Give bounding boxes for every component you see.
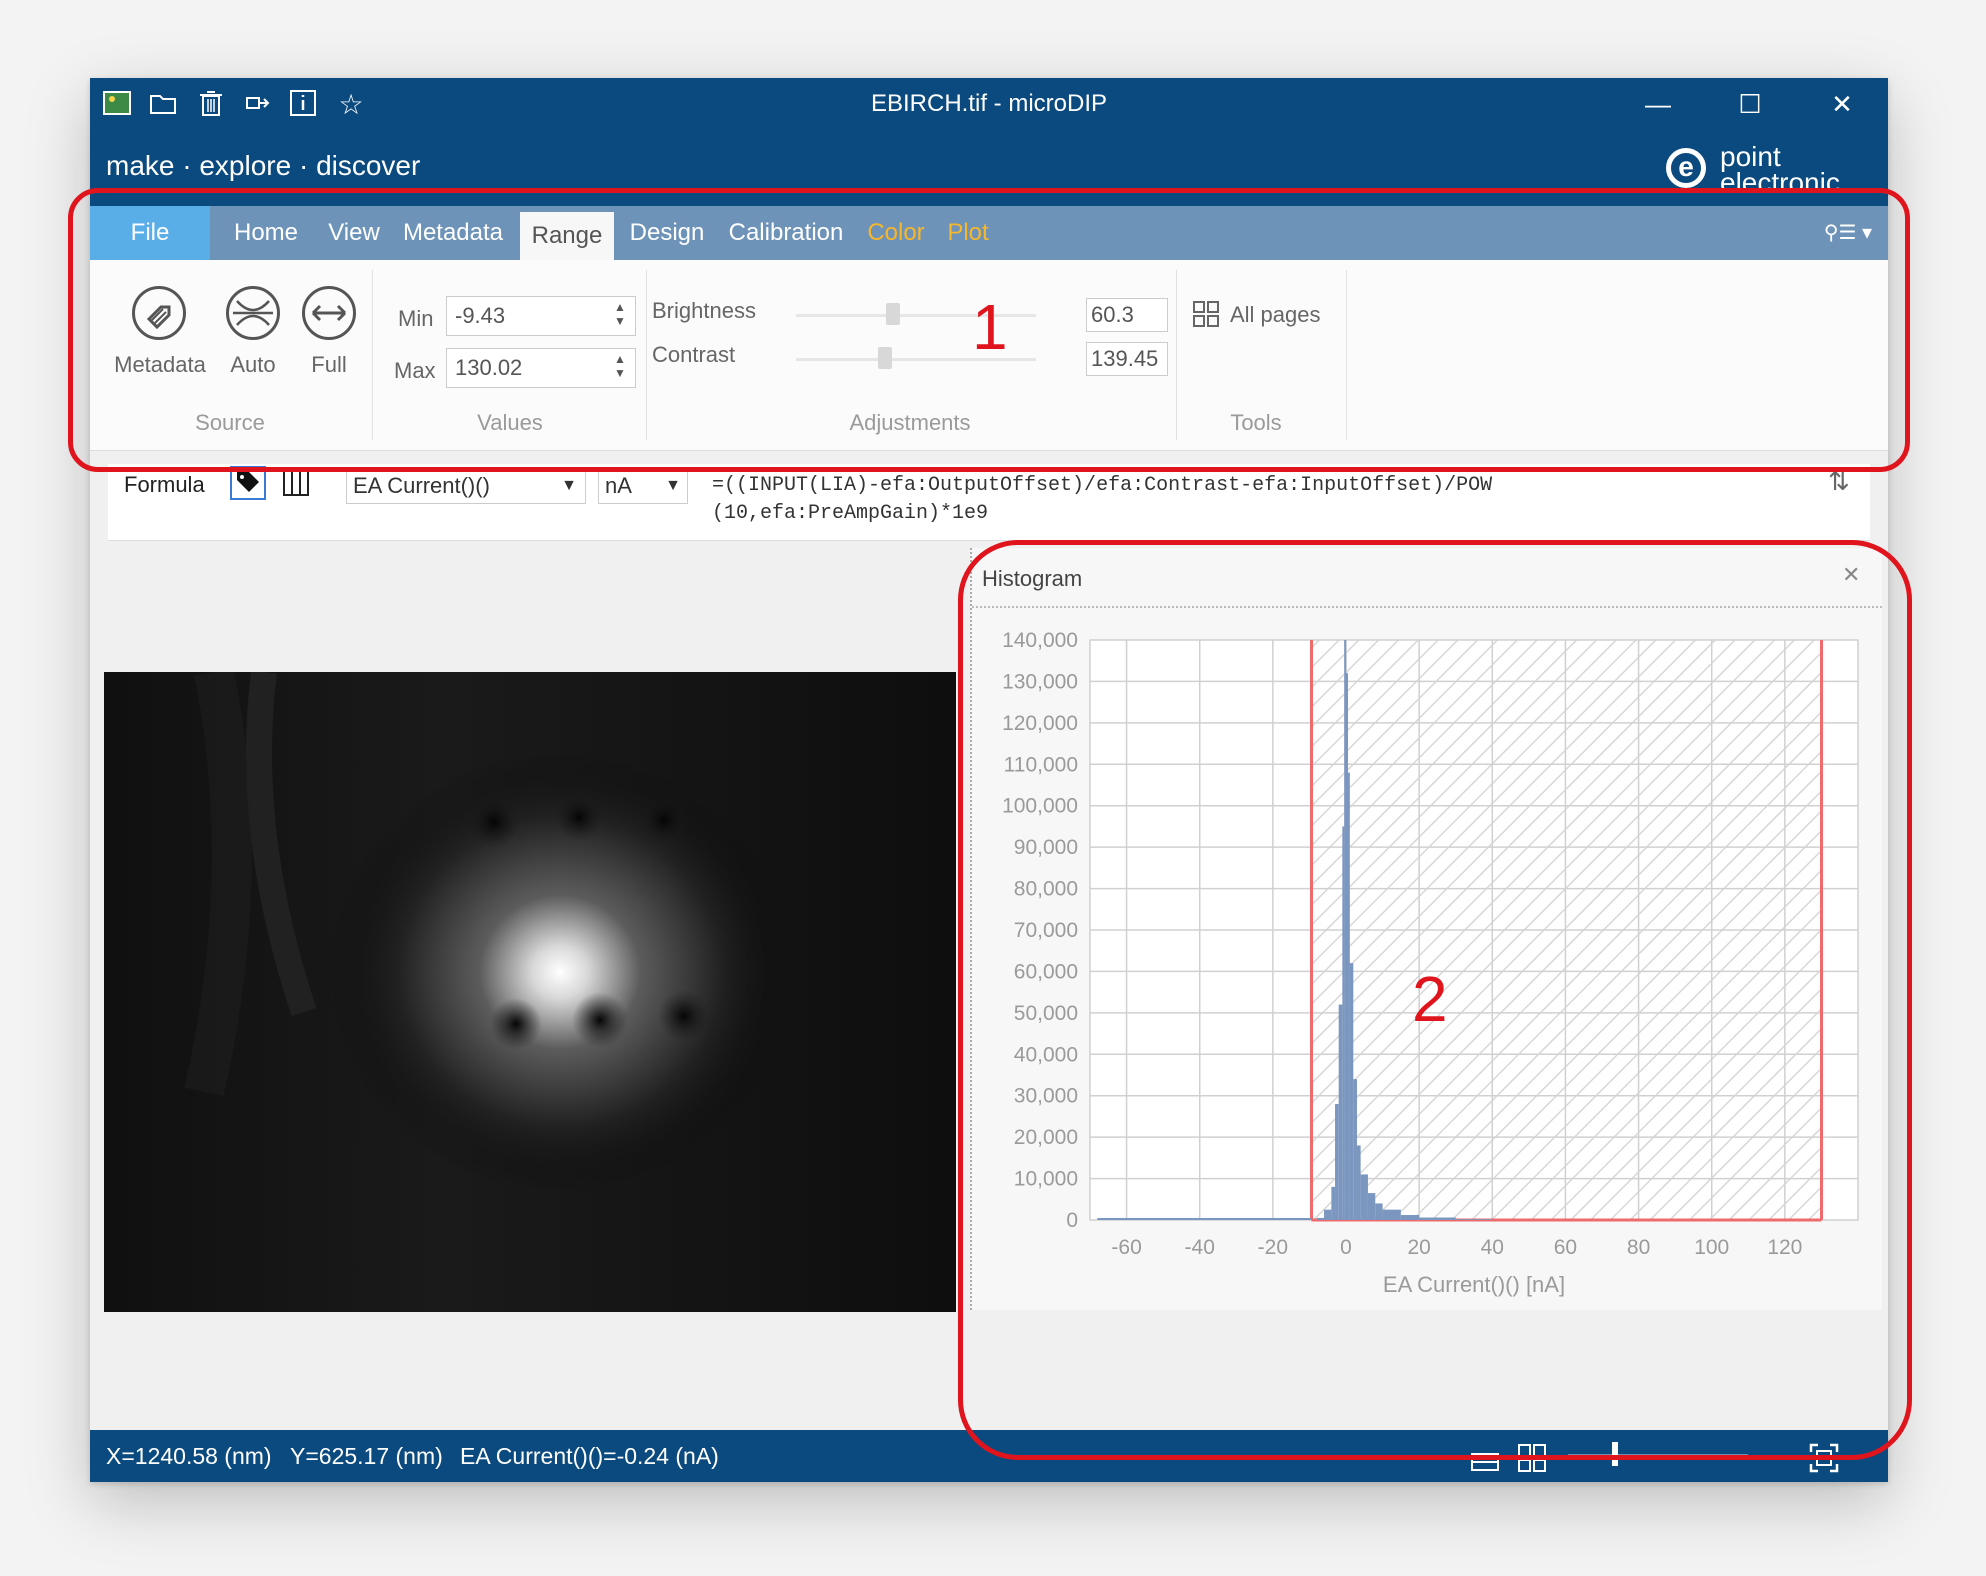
formula-label: Formula xyxy=(124,472,205,497)
maximize-button[interactable]: ☐ xyxy=(1720,86,1780,122)
logo-text: point electronic xyxy=(1720,144,1840,194)
annotation-label-2: 2 xyxy=(1412,963,1448,1035)
formula-expression[interactable]: =((INPUT(LIA)-efa:OutputOffset)/efa:Cont… xyxy=(712,472,1492,528)
status-value: EA Current()()=-0.24 (nA) xyxy=(460,1443,719,1469)
formula-line-1: =((INPUT(LIA)-efa:OutputOffset)/efa:Cont… xyxy=(712,474,1493,497)
status-y: Y=625.17 (nm) xyxy=(290,1443,443,1469)
sem-image-view[interactable] xyxy=(104,672,956,1312)
window-title: EBIRCH.tif - microDIP xyxy=(870,90,1107,117)
minimize-button[interactable]: — xyxy=(1628,86,1688,122)
columns-icon[interactable] xyxy=(282,468,310,498)
annotation-label-1: 1 xyxy=(972,291,1008,363)
tagline: make · explore · discover xyxy=(106,150,421,181)
sem-image xyxy=(104,672,956,1312)
close-button[interactable]: ✕ xyxy=(1812,86,1872,122)
chevron-down-icon: ▼ xyxy=(665,477,681,494)
point-electronic-logo-icon: e xyxy=(1666,148,1706,188)
status-x: X=1240.58 (nm) xyxy=(106,1443,272,1469)
channel-value: EA Current()() xyxy=(353,473,490,498)
chevron-down-icon: ▼ xyxy=(561,477,577,494)
unit-dropdown[interactable]: nA ▼ xyxy=(598,468,688,504)
formula-line-2: (10,efa:PreAmpGain)*1e9 xyxy=(712,502,989,525)
channel-dropdown[interactable]: EA Current()() ▼ xyxy=(346,468,586,504)
formula-bar: Formula EA Current()() ▼ nA ▼ =((INPUT(L… xyxy=(108,464,1870,541)
unit-value: nA xyxy=(605,473,632,498)
